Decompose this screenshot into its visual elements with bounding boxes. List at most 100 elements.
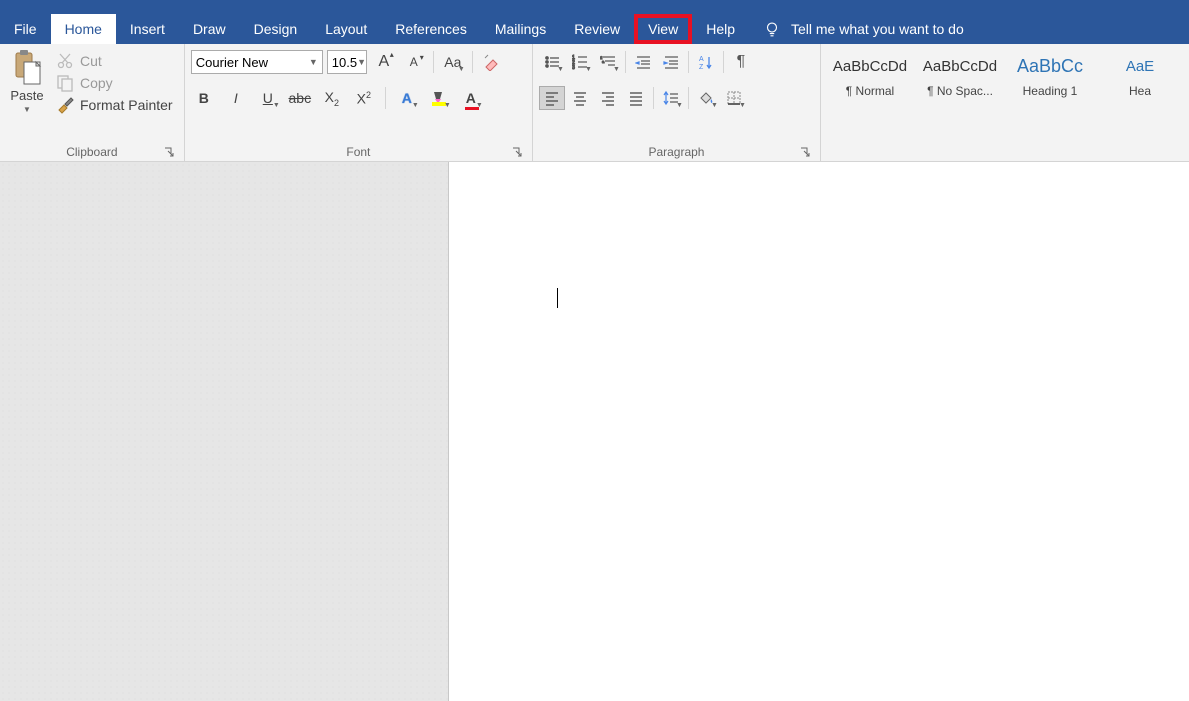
align-center-button[interactable] [567, 86, 593, 110]
font-color-button[interactable]: A▼ [458, 86, 484, 110]
scissors-icon [56, 52, 74, 70]
separator [723, 51, 724, 73]
tell-me[interactable]: Tell me what you want to do [763, 14, 964, 44]
chevron-down-icon: ▼ [309, 57, 318, 67]
outdent-icon [635, 54, 651, 70]
copy-icon [56, 74, 74, 92]
svg-text:a: a [602, 59, 605, 64]
paste-button[interactable]: Paste ▼ [6, 48, 48, 114]
change-case-button[interactable]: Aa▼ [440, 50, 466, 74]
align-left-button[interactable] [539, 86, 565, 110]
title-bar [0, 0, 1189, 14]
style-preview: AaBbCcDd [923, 52, 997, 80]
clipboard-group-label: Clipboard [6, 145, 178, 161]
font-size-value: 10.5 [332, 55, 357, 70]
tab-references[interactable]: References [381, 14, 481, 44]
justify-icon [628, 90, 644, 106]
left-gutter [0, 162, 448, 701]
ribbon-tabs: File Home Insert Draw Design Layout Refe… [0, 14, 1189, 44]
underline-button[interactable]: U▼ [255, 86, 281, 110]
tab-draw[interactable]: Draw [179, 14, 240, 44]
chevron-down-icon: ▼ [357, 57, 366, 67]
shading-button[interactable]: ▼ [693, 86, 719, 110]
separator [688, 51, 689, 73]
tell-me-text: Tell me what you want to do [791, 21, 964, 37]
chevron-down-icon: ▼ [23, 105, 31, 114]
group-font: Courier New ▼ 10.5 ▼ A▴ A▾ Aa▼ B I [185, 44, 533, 161]
font-group-label: Font [191, 145, 526, 161]
style-item[interactable]: AaBbCcHeading 1 [1007, 52, 1093, 98]
style-item[interactable]: AaBbCcDd ¶ No Spac... [917, 52, 1003, 98]
italic-button[interactable]: I [223, 86, 249, 110]
strikethrough-button[interactable]: abc [287, 86, 313, 110]
document-area [0, 162, 1189, 701]
font-launcher-icon[interactable] [510, 145, 524, 159]
numbering-button[interactable]: 123▼ [567, 50, 593, 74]
tab-view[interactable]: View [634, 14, 692, 44]
sort-icon: AZ [698, 54, 714, 70]
bullets-button[interactable]: ▼ [539, 50, 565, 74]
superscript-button[interactable]: X2 [351, 86, 377, 110]
style-preview: AaBbCc [1017, 52, 1083, 80]
group-styles: AaBbCcDd¶ NormalAaBbCcDd¶ No Spac...AaBb… [821, 44, 1189, 161]
style-preview: AaE [1126, 52, 1154, 80]
cut-button[interactable]: Cut [56, 52, 173, 70]
tab-mailings[interactable]: Mailings [481, 14, 560, 44]
justify-button[interactable] [623, 86, 649, 110]
grow-font-button[interactable]: A▴ [371, 50, 397, 74]
format-painter-button[interactable]: Format Painter [56, 96, 173, 114]
tab-file[interactable]: File [0, 14, 51, 44]
line-spacing-button[interactable]: ▼ [658, 86, 684, 110]
tab-home[interactable]: Home [51, 14, 116, 44]
tab-help[interactable]: Help [692, 14, 749, 44]
shrink-font-button[interactable]: A▾ [401, 50, 427, 74]
align-right-icon [600, 90, 616, 106]
multilevel-list-button[interactable]: 1a▼ [595, 50, 621, 74]
text-effects-button[interactable]: A▼ [394, 86, 420, 110]
align-left-icon [544, 90, 560, 106]
style-name: ¶ No Spac... [927, 84, 993, 98]
increase-indent-button[interactable] [658, 50, 684, 74]
svg-text:3: 3 [572, 65, 575, 70]
svg-text:Z: Z [699, 64, 704, 70]
copy-button[interactable]: Copy [56, 74, 173, 92]
font-name-value: Courier New [196, 55, 268, 70]
font-name-combo[interactable]: Courier New ▼ [191, 50, 323, 74]
decrease-indent-button[interactable] [630, 50, 656, 74]
style-item[interactable]: AaBbCcDd ¶ Normal [827, 52, 913, 98]
clipboard-icon [12, 50, 42, 86]
cut-label: Cut [80, 53, 102, 69]
separator [653, 87, 654, 109]
tab-review[interactable]: Review [560, 14, 634, 44]
style-item[interactable]: AaE Hea [1097, 52, 1183, 98]
tab-design[interactable]: Design [240, 14, 312, 44]
separator [688, 87, 689, 109]
highlight-button[interactable]: ▼ [426, 86, 452, 110]
group-clipboard: Paste ▼ Cut Copy [0, 44, 185, 161]
bulb-icon [763, 20, 781, 38]
paragraph-launcher-icon[interactable] [798, 145, 812, 159]
separator [472, 51, 473, 73]
styles-group-label [827, 159, 1183, 161]
sort-button[interactable]: AZ [693, 50, 719, 74]
paragraph-group-label: Paragraph [539, 145, 814, 161]
style-name: Hea [1129, 84, 1151, 98]
format-painter-label: Format Painter [80, 97, 173, 113]
style-preview: AaBbCcDd [833, 52, 907, 80]
clipboard-launcher-icon[interactable] [162, 145, 176, 159]
align-right-button[interactable] [595, 86, 621, 110]
separator [385, 87, 386, 109]
clear-formatting-button[interactable] [479, 50, 505, 74]
document-page[interactable] [448, 162, 1189, 701]
tab-insert[interactable]: Insert [116, 14, 179, 44]
borders-button[interactable]: ▼ [721, 86, 747, 110]
eraser-icon [483, 53, 501, 71]
bold-button[interactable]: B [191, 86, 217, 110]
show-marks-button[interactable]: ¶ [728, 50, 754, 74]
font-size-combo[interactable]: 10.5 ▼ [327, 50, 367, 74]
subscript-button[interactable]: X2 [319, 86, 345, 110]
paste-label: Paste [10, 88, 43, 103]
tab-layout[interactable]: Layout [311, 14, 381, 44]
brush-icon [56, 96, 74, 114]
style-name: ¶ Normal [846, 84, 894, 98]
